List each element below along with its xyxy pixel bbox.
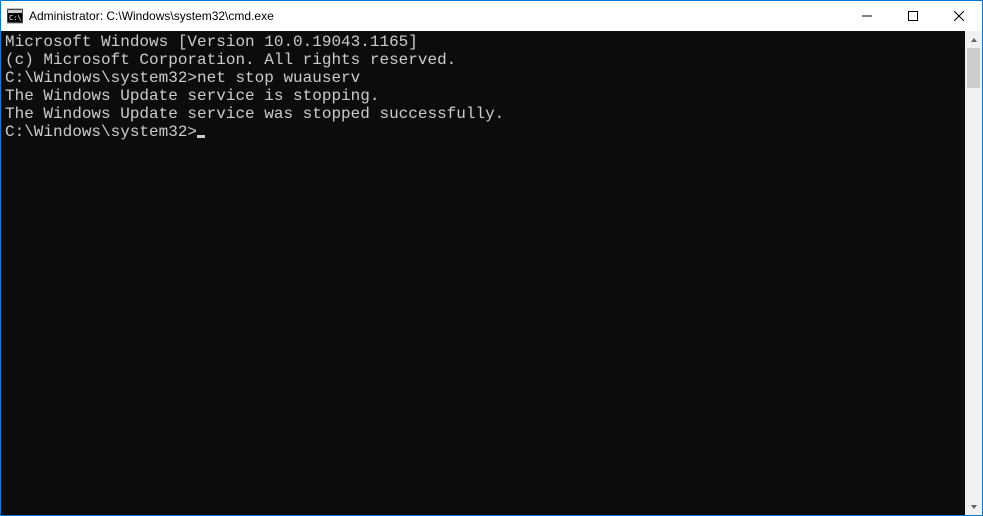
scroll-up-button[interactable] xyxy=(965,31,982,48)
prompt: C:\Windows\system32> xyxy=(5,123,197,141)
window-controls xyxy=(844,1,982,31)
console-line: (c) Microsoft Corporation. All rights re… xyxy=(5,51,965,69)
console-line: The Windows Update service was stopped s… xyxy=(5,105,965,123)
vertical-scrollbar[interactable] xyxy=(965,31,982,515)
command-text: net stop wuauserv xyxy=(197,69,360,87)
close-button[interactable] xyxy=(936,1,982,31)
console-area: Microsoft Windows [Version 10.0.19043.11… xyxy=(1,31,982,515)
cmd-window: C:\ Administrator: C:\Windows\system32\c… xyxy=(0,0,983,516)
console-line: The Windows Update service is stopping. xyxy=(5,87,965,105)
console-output[interactable]: Microsoft Windows [Version 10.0.19043.11… xyxy=(1,31,965,515)
titlebar[interactable]: C:\ Administrator: C:\Windows\system32\c… xyxy=(1,1,982,31)
cursor xyxy=(197,135,205,138)
scrollbar-thumb[interactable] xyxy=(967,48,980,88)
minimize-button[interactable] xyxy=(844,1,890,31)
cmd-icon: C:\ xyxy=(7,8,23,24)
maximize-button[interactable] xyxy=(890,1,936,31)
console-line: Microsoft Windows [Version 10.0.19043.11… xyxy=(5,33,965,51)
window-title: Administrator: C:\Windows\system32\cmd.e… xyxy=(29,9,844,23)
scroll-down-button[interactable] xyxy=(965,498,982,515)
console-line: C:\Windows\system32> xyxy=(5,123,965,141)
console-line: C:\Windows\system32>net stop wuauserv xyxy=(5,69,965,87)
svg-text:C:\: C:\ xyxy=(9,14,22,22)
prompt: C:\Windows\system32> xyxy=(5,69,197,87)
